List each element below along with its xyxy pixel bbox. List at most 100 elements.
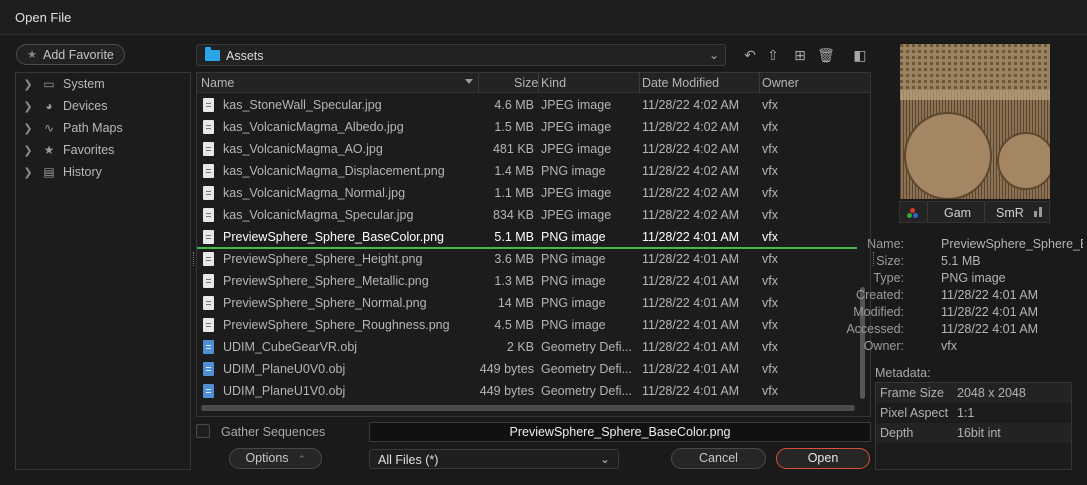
column-divider[interactable] <box>538 73 539 93</box>
file-kind: JPEG image <box>541 98 612 112</box>
info-key: Created: <box>856 288 904 302</box>
file-name: UDIM_PlaneU0V0.obj <box>223 362 346 376</box>
file-size: 2 KB <box>506 340 534 354</box>
filename-field[interactable]: PreviewSphere_Sphere_BaseColor.png <box>369 422 871 442</box>
folder-icon <box>205 47 220 61</box>
table-row[interactable]: PreviewSphere_Sphere_Height.png 3.6 MB P… <box>197 248 857 270</box>
file-kind: PNG image <box>541 230 606 244</box>
file-size: 3.6 MB <box>494 252 534 266</box>
cancel-button[interactable]: Cancel <box>671 448 766 469</box>
column-name[interactable]: Name <box>201 76 234 90</box>
file-owner: vfx <box>762 362 778 376</box>
table-row[interactable]: UDIM_PlaneU0V0.obj 449 bytes Geometry De… <box>197 358 857 380</box>
table-row[interactable]: UDIM_CubeGearVR.obj 2 KB Geometry Defi..… <box>197 336 857 358</box>
sort-descending-icon[interactable] <box>465 79 473 84</box>
chevron-right-icon[interactable]: ❯ <box>18 78 38 91</box>
file-date: 11/28/22 4:02 AM <box>642 164 740 178</box>
horizontal-scrollbar[interactable] <box>201 405 855 411</box>
file-owner: vfx <box>762 296 778 310</box>
column-size[interactable]: Size <box>514 76 538 90</box>
table-row[interactable]: UDIM_PlaneU1V0.obj 449 bytes Geometry De… <box>197 380 857 402</box>
file-size: 834 KB <box>492 208 534 222</box>
metadata-value: 1:1 <box>957 406 975 420</box>
table-row[interactable]: kas_VolcanicMagma_Normal.jpg 1.1 MB JPEG… <box>197 182 857 204</box>
metadata-table: Frame Size 2048 x 2048 Pixel Aspect 1:1 … <box>875 382 1072 470</box>
title-bar: Open File <box>0 0 1087 35</box>
info-modified: Modified: 11/28/22 4:01 AM <box>853 305 1085 322</box>
image-file-icon <box>203 142 214 156</box>
info-value: 11/28/22 4:01 AM <box>941 288 1039 302</box>
color-channels-icon[interactable] <box>907 208 919 218</box>
gamma-toggle[interactable]: Gam <box>944 206 971 220</box>
file-name: PreviewSphere_Sphere_BaseColor.png <box>223 230 444 244</box>
column-divider[interactable] <box>478 73 479 93</box>
file-kind: JPEG image <box>541 120 612 134</box>
sidebar-item-devices[interactable]: ❯ ◕ Devices <box>16 95 190 117</box>
file-kind: PNG image <box>541 252 606 266</box>
table-row[interactable]: kas_VolcanicMagma_Displacement.png 1.4 M… <box>197 160 857 182</box>
geometry-file-icon <box>203 340 214 354</box>
info-key: Size: <box>876 254 904 268</box>
table-row[interactable]: kas_VolcanicMagma_Specular.jpg 834 KB JP… <box>197 204 857 226</box>
smr-toggle[interactable]: SmR <box>996 206 1024 220</box>
file-kind: PNG image <box>541 318 606 332</box>
sidebar-item-path-maps[interactable]: ❯ ∿ Path Maps <box>16 117 190 139</box>
file-owner: vfx <box>762 120 778 134</box>
file-size: 1.4 MB <box>494 164 534 178</box>
undo-icon[interactable]: ↶ <box>740 45 760 65</box>
sidebar-item-history[interactable]: ❯ ▤ History <box>16 161 190 183</box>
column-kind[interactable]: Kind <box>541 76 566 90</box>
table-row[interactable]: kas_VolcanicMagma_Albedo.jpg 1.5 MB JPEG… <box>197 116 857 138</box>
table-row[interactable]: PreviewSphere_Sphere_Metallic.png 1.3 MB… <box>197 270 857 292</box>
image-file-icon <box>203 164 214 178</box>
options-button[interactable]: Options ⌃ <box>229 448 322 469</box>
path-dropdown[interactable]: Assets ⌄ <box>196 44 726 66</box>
table-row[interactable]: PreviewSphere_Sphere_Normal.png 14 MB PN… <box>197 292 857 314</box>
file-date: 11/28/22 4:01 AM <box>642 384 740 398</box>
trash-icon[interactable]: 🗑 <box>816 45 836 65</box>
file-date: 11/28/22 4:01 AM <box>642 274 740 288</box>
sidebar-item-system[interactable]: ❯ ▭ System <box>16 73 190 95</box>
sidebar-item-favorites[interactable]: ❯ ★ Favorites <box>16 139 190 161</box>
table-header: Name Size Kind Date Modified Owner <box>197 73 870 93</box>
chevron-right-icon[interactable]: ❯ <box>18 122 38 135</box>
sidebar-splitter-handle[interactable] <box>193 252 195 266</box>
image-file-icon <box>203 186 214 200</box>
image-file-icon <box>203 252 214 266</box>
file-size: 4.6 MB <box>494 98 534 112</box>
open-button[interactable]: Open <box>776 448 870 469</box>
file-date: 11/28/22 4:01 AM <box>642 296 740 310</box>
metadata-row: Depth 16bit int <box>876 423 1071 443</box>
table-row[interactable]: kas_VolcanicMagma_AO.jpg 481 KB JPEG ima… <box>197 138 857 160</box>
file-name: kas_VolcanicMagma_Normal.jpg <box>223 186 406 200</box>
chevron-down-icon: ⌄ <box>599 452 610 466</box>
folder-up-icon[interactable]: ⇧ <box>763 45 783 65</box>
table-row-selected[interactable]: PreviewSphere_Sphere_BaseColor.png 5.1 M… <box>197 226 857 249</box>
devices-icon: ◕ <box>45 99 53 113</box>
file-size: 1.3 MB <box>494 274 534 288</box>
info-key: Type: <box>873 271 904 285</box>
chevron-right-icon[interactable]: ❯ <box>18 166 38 179</box>
column-date-modified[interactable]: Date Modified <box>642 76 719 90</box>
toggle-preview-icon[interactable]: ◧ <box>849 45 871 65</box>
image-file-icon <box>203 274 214 288</box>
file-owner: vfx <box>762 384 778 398</box>
column-owner[interactable]: Owner <box>762 76 799 90</box>
column-divider[interactable] <box>639 73 640 93</box>
column-divider[interactable] <box>759 73 760 93</box>
metadata-key: Pixel Aspect <box>880 406 949 420</box>
file-date: 11/28/22 4:01 AM <box>642 362 740 376</box>
chevron-right-icon[interactable]: ❯ <box>18 144 38 157</box>
info-type: Type: PNG image <box>873 271 1085 288</box>
file-date: 11/28/22 4:02 AM <box>642 142 740 156</box>
add-favorite-button[interactable]: ★ Add Favorite <box>16 44 125 65</box>
file-kind: JPEG image <box>541 208 612 222</box>
file-filter-dropdown[interactable]: All Files (*) ⌄ <box>369 449 619 469</box>
table-row[interactable]: PreviewSphere_Sphere_Roughness.png 4.5 M… <box>197 314 857 336</box>
gather-sequences-checkbox[interactable] <box>196 424 210 438</box>
image-file-icon <box>203 208 214 222</box>
new-folder-icon[interactable]: ⊞ <box>790 45 810 65</box>
chevron-right-icon[interactable]: ❯ <box>18 100 38 113</box>
preview-thumbnail <box>900 44 1050 199</box>
table-row[interactable]: kas_StoneWall_Specular.jpg 4.6 MB JPEG i… <box>197 94 857 116</box>
